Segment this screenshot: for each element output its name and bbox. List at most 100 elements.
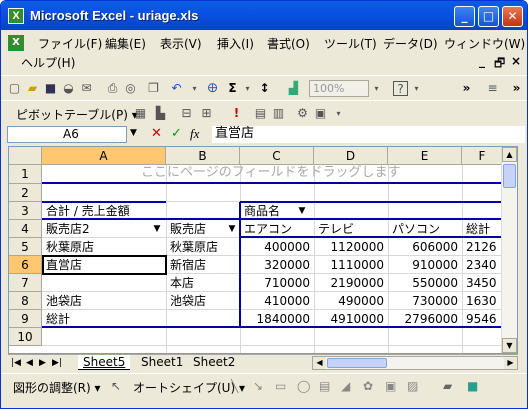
cell-a9[interactable]: 総計 [44, 310, 164, 328]
cell-b5[interactable]: 秋葉原店 [168, 238, 240, 256]
row-header-1[interactable]: 1 [9, 165, 42, 184]
menu-tools[interactable]: ツール(T) [324, 35, 377, 52]
help-dropdown-icon[interactable]: ▾ [409, 81, 424, 96]
col-header-a[interactable]: A [42, 147, 166, 165]
cancel-icon[interactable]: ✕ [151, 126, 162, 141]
cell-b4[interactable]: 販売店 [168, 220, 226, 238]
cell-a4[interactable]: 販売店2 [44, 220, 149, 238]
pivot-settings-icon[interactable]: ⚙ [295, 106, 310, 121]
row-header-3[interactable]: 3 [9, 202, 42, 220]
new-icon[interactable]: ▢ [7, 81, 22, 96]
maximize-button[interactable]: □ [478, 6, 499, 27]
doc-close-icon[interactable]: × [511, 54, 521, 68]
scroll-up-icon[interactable]: ▲ [502, 147, 517, 162]
line-icon[interactable]: ╲ [231, 379, 238, 393]
cell-a3[interactable]: 合計 / 売上金額 [44, 202, 164, 220]
field-dropdown-icon[interactable]: ▼ [295, 205, 309, 218]
shadow-icon[interactable]: ▰ [443, 379, 452, 393]
cell-b7[interactable]: 本店 [168, 274, 240, 292]
scroll-right-icon[interactable]: ▶ [504, 357, 517, 369]
name-box-dropdown-icon[interactable]: ▼ [130, 128, 137, 138]
cell-c8[interactable]: 410000 [242, 292, 312, 310]
menu-view[interactable]: 表示(V) [160, 35, 202, 52]
first-sheet-icon[interactable]: |◀ [11, 356, 21, 370]
cell-b6[interactable]: 新宿店 [168, 256, 240, 274]
open-icon[interactable]: ▰ [25, 81, 40, 96]
row-header-4[interactable]: 4 [9, 220, 42, 238]
cell-a8[interactable]: 池袋店 [44, 292, 164, 310]
zoom-dropdown-icon[interactable]: ▾ [369, 81, 384, 96]
pivot-chart-icon[interactable]: ▙ [153, 106, 168, 121]
pivot-format-icon[interactable]: ▦ [133, 106, 148, 121]
cell-f6[interactable]: 2340 [464, 256, 504, 274]
cell-d7[interactable]: 2190000 [316, 274, 386, 292]
wordart-icon[interactable]: ◢ [341, 379, 350, 393]
cell-e9[interactable]: 2796000 [390, 310, 460, 328]
menu-file[interactable]: ファイル(F) [38, 35, 102, 52]
menu-window[interactable]: ウィンドウ(W) [444, 35, 525, 52]
textbox-icon[interactable]: ▤ [319, 379, 330, 393]
cell-f8[interactable]: 1630 [464, 292, 504, 310]
cell-e8[interactable]: 730000 [390, 292, 460, 310]
row-header-5[interactable]: 5 [9, 238, 42, 256]
col-header-d[interactable]: D [314, 147, 388, 165]
autosum-icon[interactable]: Σ [225, 81, 240, 96]
cell-d5[interactable]: 1120000 [316, 238, 386, 256]
pivot-toolbar-dropdown-icon[interactable]: ▾ [331, 106, 346, 121]
cell-c9[interactable]: 1840000 [242, 310, 312, 328]
row-header-8[interactable]: 8 [9, 292, 42, 310]
cell-a6[interactable]: 直営店 [44, 256, 164, 274]
cell-f5[interactable]: 2126 [464, 238, 504, 256]
menu-format[interactable]: 書式(O) [267, 35, 310, 52]
cell-d4[interactable]: テレビ [316, 220, 386, 238]
picture-icon[interactable]: ▨ [407, 379, 418, 393]
field-dropdown-icon[interactable]: ▼ [150, 223, 164, 236]
cell-c3[interactable]: 商品名 [242, 202, 292, 220]
last-sheet-icon[interactable]: ▶| [52, 356, 62, 370]
menu-insert[interactable]: 挿入(I) [217, 35, 254, 52]
print-preview-icon[interactable]: ◎ [123, 81, 138, 96]
title-bar[interactable]: X Microsoft Excel - uriage.xls _ □ ✕ [1, 1, 527, 30]
row-header-10[interactable]: 10 [9, 328, 42, 346]
row-header-7[interactable]: 7 [9, 274, 42, 292]
scroll-left-icon[interactable]: ◀ [313, 357, 326, 369]
clipart-icon[interactable]: ▣ [385, 379, 396, 393]
col-header-c[interactable]: C [240, 147, 314, 165]
draw-adjust-menu[interactable]: 図形の調整(R) ▾ [13, 379, 101, 396]
page-field-drop-zone[interactable]: ここにページのフィールドをドラッグします [139, 164, 479, 182]
doc-minimize-icon[interactable]: _ [479, 54, 485, 68]
col-header-f[interactable]: F [462, 147, 503, 165]
toolbar-overflow-2-icon[interactable]: » [509, 81, 524, 96]
permission-icon[interactable]: ◒ [61, 81, 76, 96]
save-icon[interactable]: ■ [43, 81, 58, 96]
cell-c5[interactable]: 400000 [242, 238, 312, 256]
cell-f4[interactable]: 総計 [464, 220, 504, 238]
scroll-down-icon[interactable]: ▼ [502, 338, 517, 353]
minimize-button[interactable]: _ [454, 6, 475, 27]
horizontal-scroll-thumb[interactable] [327, 358, 387, 368]
cell-e5[interactable]: 606000 [390, 238, 460, 256]
row-header-9[interactable]: 9 [9, 310, 42, 328]
sheet-tab-sheet1[interactable]: Sheet1 [136, 355, 188, 370]
chart-wizard-icon[interactable]: ▟ [286, 81, 301, 96]
cell-d6[interactable]: 1110000 [316, 256, 386, 274]
autosum-dropdown-icon[interactable]: ▾ [240, 81, 255, 96]
select-objects-icon[interactable]: ↖ [111, 379, 121, 393]
cell-c4[interactable]: エアコン [242, 220, 312, 238]
insert-function-icon[interactable]: fx [190, 126, 199, 142]
cell-b8[interactable]: 池袋店 [168, 292, 240, 310]
vertical-scrollbar[interactable]: ▲ ▼ [501, 147, 517, 353]
email-icon[interactable]: ✉ [79, 81, 94, 96]
excel-app-icon[interactable]: X [8, 8, 24, 24]
cell-e6[interactable]: 910000 [390, 256, 460, 274]
pivot-menu[interactable]: ピボットテーブル(P) ▾ [16, 106, 138, 123]
menu-help[interactable]: ヘルプ(H) [21, 54, 75, 71]
pivot-include-hidden-icon[interactable]: ▤ [253, 106, 268, 121]
sheet-tab-sheet2[interactable]: Sheet2 [188, 355, 240, 370]
autoshape-menu[interactable]: オートシェイプ(U) ▾ [133, 379, 245, 396]
copy-icon[interactable]: ❐ [146, 81, 161, 96]
cell-c7[interactable]: 710000 [242, 274, 312, 292]
pivot-refresh-icon[interactable]: ! [229, 106, 244, 121]
zoom-box[interactable]: 100% [309, 80, 369, 97]
sheet-tab-sheet5[interactable]: Sheet5 [78, 355, 131, 370]
